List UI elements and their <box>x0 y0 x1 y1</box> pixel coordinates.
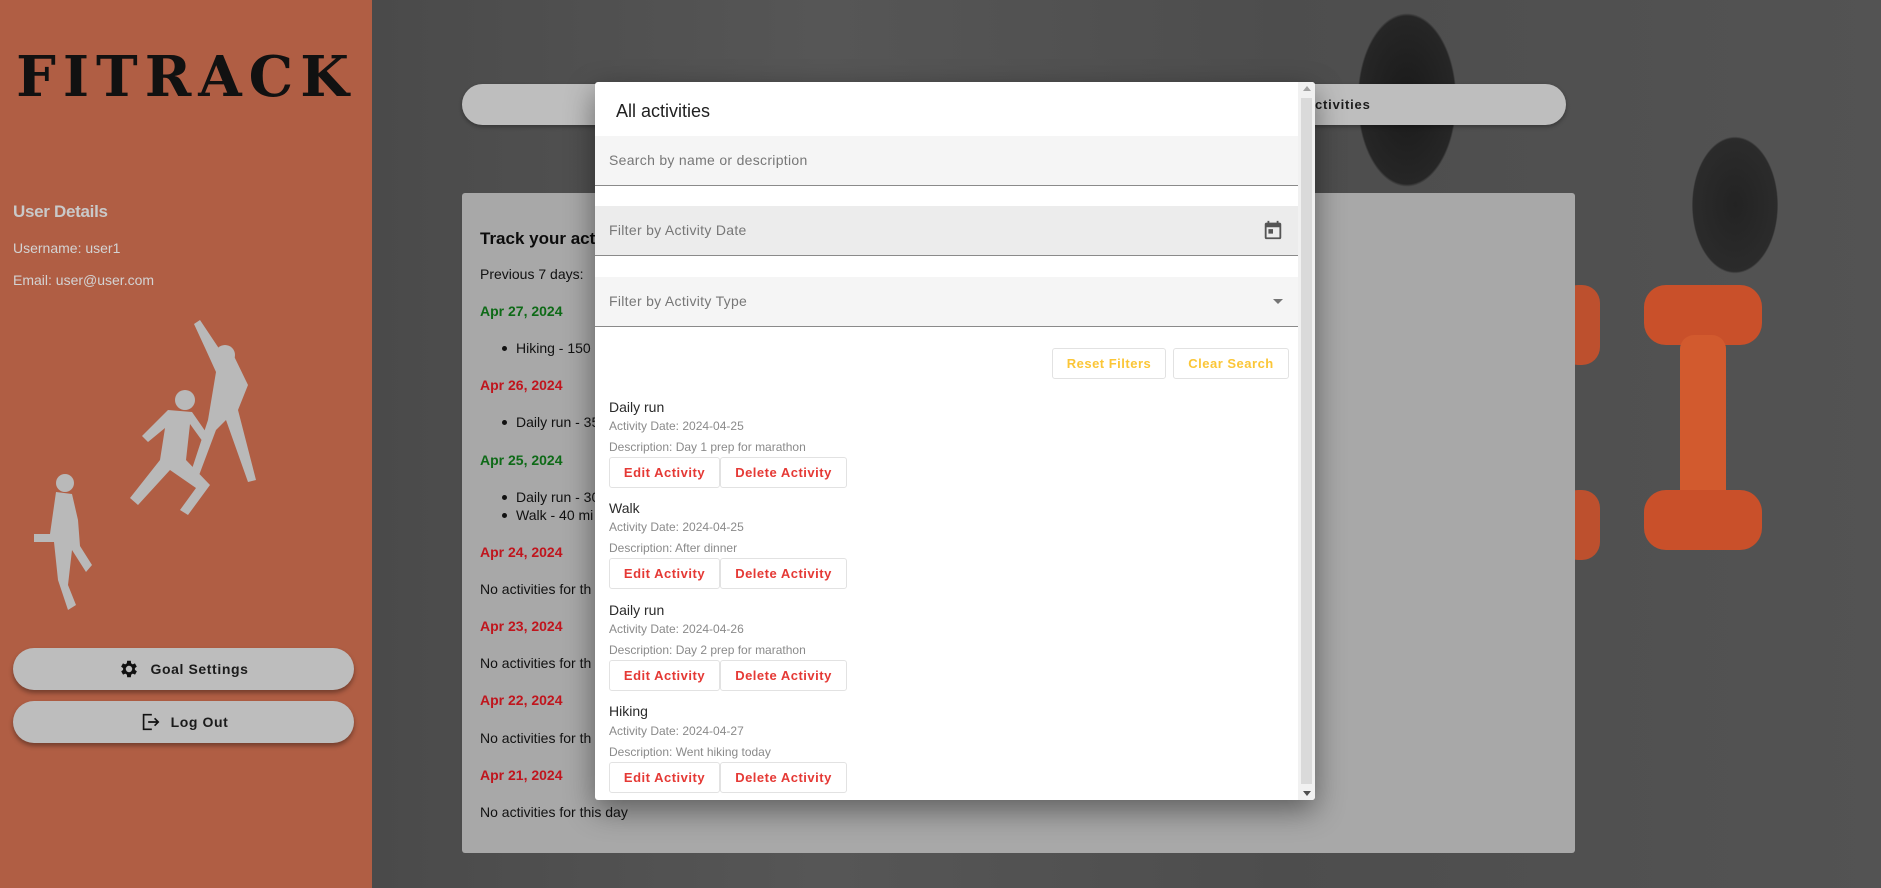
day-date: Apr 25, 2024 <box>480 452 563 468</box>
day-empty-text: No activities for this day <box>480 804 628 820</box>
logout-label: Log Out <box>170 714 229 730</box>
all-activities-dialog: All activities Search by name or descrip… <box>595 82 1315 800</box>
activity-name: Hiking <box>609 703 648 719</box>
day-date: Apr 26, 2024 <box>480 377 563 393</box>
activity-name: Daily run <box>609 602 665 618</box>
delete-activity-button[interactable]: Delete Activity <box>720 558 847 589</box>
logout-button[interactable]: Log Out <box>13 701 354 743</box>
activity-description: Description: Day 2 prep for marathon <box>609 643 806 657</box>
dumbbell-image <box>1644 285 1762 550</box>
scroll-up-arrow-icon[interactable] <box>1303 86 1311 91</box>
day-activity-item: Daily run - 30 <box>502 489 599 505</box>
delete-activity-button[interactable]: Delete Activity <box>720 457 847 488</box>
dialog-scrollbar[interactable] <box>1298 82 1315 800</box>
scroll-down-arrow-icon[interactable] <box>1303 791 1311 796</box>
type-filter-placeholder: Filter by Activity Type <box>609 293 748 309</box>
day-date: Apr 23, 2024 <box>480 618 563 634</box>
clear-search-button[interactable]: Clear Search <box>1173 348 1289 379</box>
previous-days-label: Previous 7 days: <box>480 266 584 282</box>
dropdown-arrow-icon <box>1273 299 1283 304</box>
goal-settings-label: Goal Settings <box>150 661 249 677</box>
activity-date: Activity Date: 2024-04-25 <box>609 419 744 433</box>
edit-activity-button[interactable]: Edit Activity <box>609 762 720 793</box>
activity-date: Activity Date: 2024-04-25 <box>609 520 744 534</box>
delete-activity-button[interactable]: Delete Activity <box>720 762 847 793</box>
activity-type-select[interactable]: Filter by Activity Type <box>595 277 1298 327</box>
day-empty-text: No activities for th <box>480 730 592 746</box>
activity-description: Description: After dinner <box>609 541 738 555</box>
activity-name: Daily run <box>609 399 665 415</box>
activity-description: Description: Day 1 prep for marathon <box>609 440 806 454</box>
day-activity-item: Daily run - 35 <box>502 414 599 430</box>
tracker-title: Track your activ <box>480 229 610 248</box>
gear-icon <box>121 660 138 678</box>
day-empty-text: No activities for th <box>480 581 592 597</box>
user-details-title: User Details <box>13 202 108 221</box>
dialog-title: All activities <box>616 101 711 121</box>
search-input[interactable]: Search by name or description <box>595 136 1298 186</box>
date-filter-placeholder: Filter by Activity Date <box>609 222 747 238</box>
date-filter-field[interactable]: Filter by Activity Date <box>595 206 1298 256</box>
email-text: Email: user@user.com <box>13 272 155 288</box>
logout-icon <box>142 713 159 731</box>
scrollbar-thumb[interactable] <box>1301 98 1312 784</box>
day-date: Apr 22, 2024 <box>480 692 563 708</box>
search-placeholder: Search by name or description <box>609 152 808 168</box>
day-date: Apr 24, 2024 <box>480 544 563 560</box>
goal-settings-button[interactable]: Goal Settings <box>13 648 354 690</box>
day-empty-text: No activities for th <box>480 655 592 671</box>
reset-filters-button[interactable]: Reset Filters <box>1052 348 1166 379</box>
app-logo: FITRACK <box>16 44 356 110</box>
activity-date: Activity Date: 2024-04-27 <box>609 724 744 738</box>
sidebar: FITRACK User Details Username: user1 Ema… <box>0 0 372 888</box>
athletes-illustration <box>34 320 256 610</box>
day-date: Apr 21, 2024 <box>480 767 563 783</box>
day-date: Apr 27, 2024 <box>480 303 563 319</box>
delete-activity-button[interactable]: Delete Activity <box>720 660 847 691</box>
calendar-icon[interactable] <box>1262 219 1284 241</box>
day-activity-item: Walk - 40 mi <box>502 507 593 523</box>
activity-date: Activity Date: 2024-04-26 <box>609 622 744 636</box>
edit-activity-button[interactable]: Edit Activity <box>609 457 720 488</box>
activity-name: Walk <box>609 500 640 516</box>
username-text: Username: user1 <box>13 240 121 256</box>
day-activity-item: Hiking - 150 <box>502 340 591 356</box>
edit-activity-button[interactable]: Edit Activity <box>609 660 720 691</box>
edit-activity-button[interactable]: Edit Activity <box>609 558 720 589</box>
activity-description: Description: Went hiking today <box>609 745 771 759</box>
tab-activities[interactable]: ctivities <box>1315 97 1371 112</box>
